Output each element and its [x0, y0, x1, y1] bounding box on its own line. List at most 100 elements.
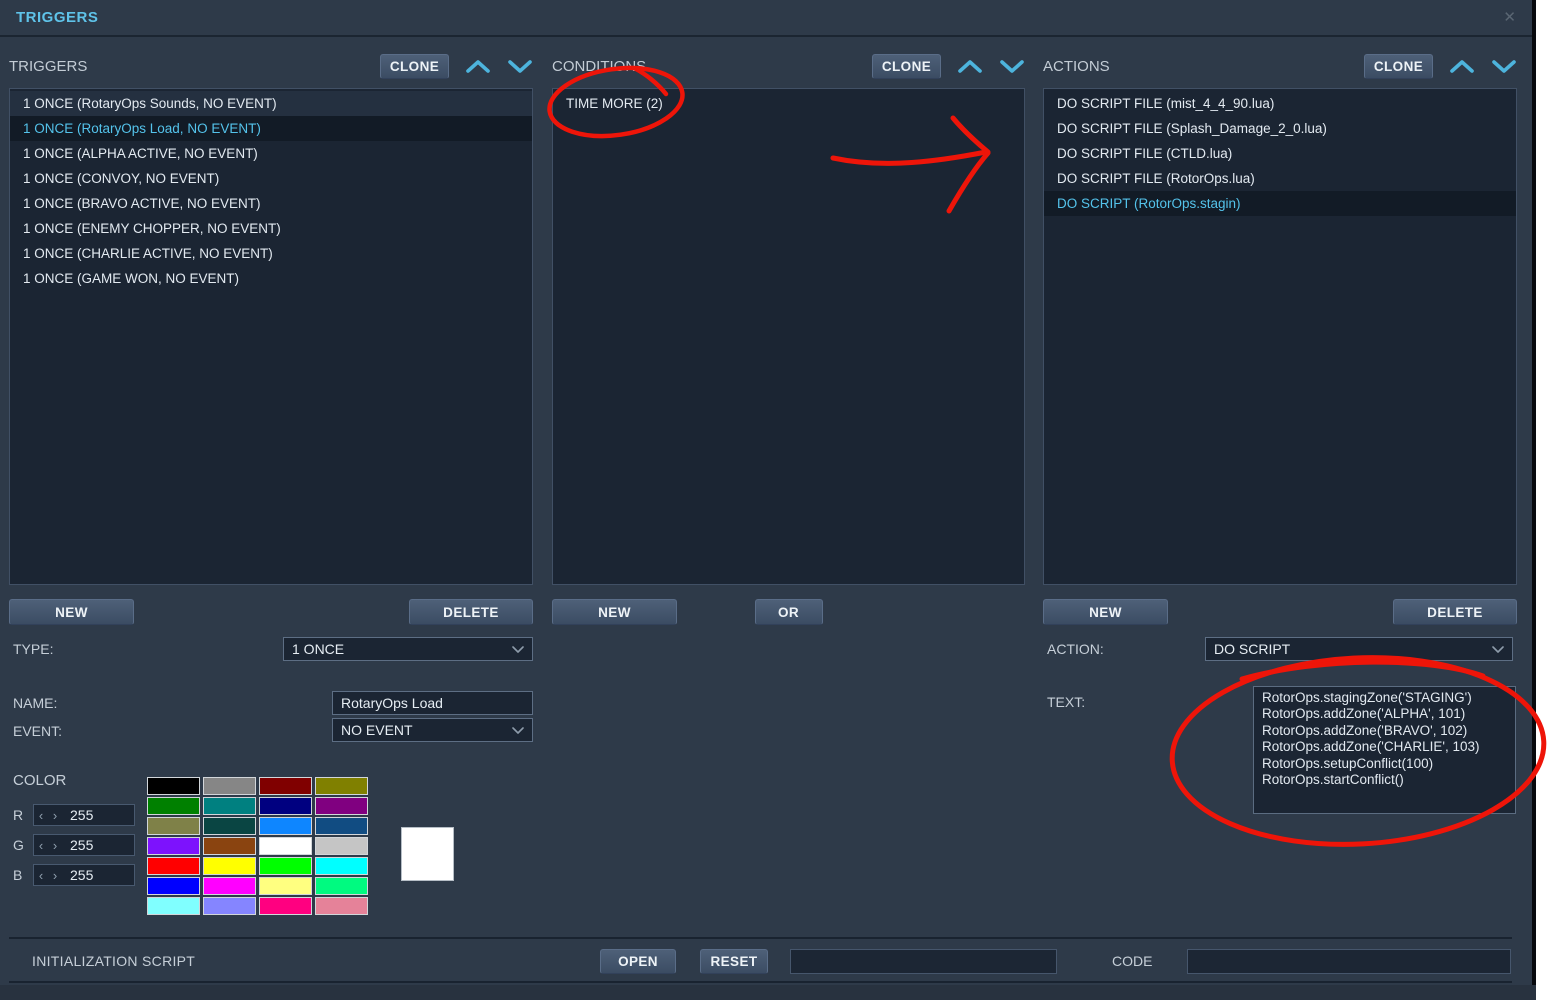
condition-row[interactable]: TIME MORE (2): [553, 91, 1024, 116]
increment-icon[interactable]: ›: [48, 838, 62, 853]
palette-swatch[interactable]: [203, 797, 256, 815]
palette-swatch[interactable]: [203, 837, 256, 855]
trigger-row[interactable]: 1 ONCE (RotaryOps Sounds, NO EVENT): [10, 91, 532, 116]
dialog-title: TRIGGERS: [16, 9, 98, 26]
palette-swatch[interactable]: [203, 897, 256, 915]
decrement-icon[interactable]: ‹: [34, 838, 48, 853]
palette-swatch[interactable]: [147, 877, 200, 895]
triggers-buttons: NEW DELETE: [9, 599, 533, 625]
reset-button[interactable]: RESET: [700, 949, 768, 974]
condition-or-button[interactable]: OR: [755, 599, 823, 625]
action-dropdown[interactable]: DO SCRIPT: [1205, 637, 1513, 661]
trigger-list: 1 ONCE (RotaryOps Sounds, NO EVENT)1 ONC…: [9, 88, 533, 585]
chevron-down-icon: [1492, 646, 1504, 653]
actions-move-up-icon[interactable]: [1448, 53, 1475, 79]
text-label: TEXT:: [1047, 694, 1085, 710]
open-button[interactable]: OPEN: [600, 949, 676, 974]
type-value: 1 ONCE: [292, 641, 344, 657]
trigger-row[interactable]: 1 ONCE (GAME WON, NO EVENT): [10, 266, 532, 291]
action-new-button[interactable]: NEW: [1043, 599, 1168, 625]
palette-swatch[interactable]: [203, 777, 256, 795]
blue-channel-label: B: [13, 867, 22, 883]
palette-swatch[interactable]: [259, 877, 312, 895]
action-row[interactable]: DO SCRIPT FILE (mist_4_4_90.lua): [1044, 91, 1516, 116]
triggers-move-down-icon[interactable]: [506, 53, 533, 79]
palette-swatch[interactable]: [147, 777, 200, 795]
palette-swatch[interactable]: [203, 877, 256, 895]
palette-swatch[interactable]: [259, 817, 312, 835]
palette-swatch[interactable]: [147, 837, 200, 855]
triggers-dialog: TRIGGERS ✕ TRIGGERS CLONE 1 ONCE (Rotary…: [0, 0, 1536, 1000]
chevron-down-icon: [512, 727, 524, 734]
trigger-delete-button[interactable]: DELETE: [409, 599, 533, 625]
conditions-move-down-icon[interactable]: [998, 53, 1025, 79]
action-row[interactable]: DO SCRIPT FILE (CTLD.lua): [1044, 141, 1516, 166]
decrement-icon[interactable]: ‹: [34, 808, 48, 823]
action-list: DO SCRIPT FILE (mist_4_4_90.lua)DO SCRIP…: [1043, 88, 1517, 585]
palette-swatch[interactable]: [147, 857, 200, 875]
palette-swatch[interactable]: [315, 797, 368, 815]
trigger-new-button[interactable]: NEW: [9, 599, 134, 625]
actions-buttons: NEW DELETE: [1043, 599, 1517, 625]
palette-swatch[interactable]: [259, 777, 312, 795]
palette-swatch[interactable]: [315, 817, 368, 835]
name-value: RotaryOps Load: [341, 695, 443, 711]
blue-value: 255: [70, 867, 93, 883]
type-label: TYPE:: [13, 641, 53, 657]
palette-swatch[interactable]: [203, 817, 256, 835]
action-delete-button[interactable]: DELETE: [1393, 599, 1517, 625]
palette-swatch[interactable]: [147, 817, 200, 835]
action-label: ACTION:: [1047, 641, 1104, 657]
action-row[interactable]: DO SCRIPT FILE (RotorOps.lua): [1044, 166, 1516, 191]
palette-swatch[interactable]: [315, 837, 368, 855]
actions-panel-label: ACTIONS: [1043, 58, 1110, 75]
red-stepper[interactable]: ‹ › 255: [33, 804, 135, 826]
conditions-panel-label: CONDITIONS: [552, 58, 646, 75]
palette-swatch[interactable]: [259, 797, 312, 815]
trigger-row[interactable]: 1 ONCE (ENEMY CHOPPER, NO EVENT): [10, 216, 532, 241]
action-row[interactable]: DO SCRIPT (RotorOps.stagin): [1044, 191, 1516, 216]
palette-swatch[interactable]: [259, 857, 312, 875]
trigger-row[interactable]: 1 ONCE (CHARLIE ACTIVE, NO EVENT): [10, 241, 532, 266]
conditions-clone-button[interactable]: CLONE: [872, 54, 941, 79]
palette-swatch[interactable]: [203, 857, 256, 875]
actions-clone-button[interactable]: CLONE: [1364, 54, 1433, 79]
trigger-row[interactable]: 1 ONCE (ALPHA ACTIVE, NO EVENT): [10, 141, 532, 166]
palette-swatch[interactable]: [315, 897, 368, 915]
color-label: COLOR: [13, 772, 66, 789]
trigger-row[interactable]: 1 ONCE (BRAVO ACTIVE, NO EVENT): [10, 191, 532, 216]
action-row[interactable]: DO SCRIPT FILE (Splash_Damage_2_0.lua): [1044, 116, 1516, 141]
close-icon[interactable]: ✕: [1503, 8, 1516, 26]
increment-icon[interactable]: ›: [48, 868, 62, 883]
green-channel-label: G: [13, 837, 24, 853]
actions-panel: ACTIONS CLONE DO SCRIPT FILE (mist_4_4_9…: [1043, 53, 1517, 79]
palette-swatch[interactable]: [315, 877, 368, 895]
action-value: DO SCRIPT: [1214, 641, 1290, 657]
trigger-row[interactable]: 1 ONCE (RotaryOps Load, NO EVENT): [10, 116, 532, 141]
triggers-clone-button[interactable]: CLONE: [380, 54, 449, 79]
green-stepper[interactable]: ‹ › 255: [33, 834, 135, 856]
palette-swatch[interactable]: [147, 797, 200, 815]
actions-move-down-icon[interactable]: [1490, 53, 1517, 79]
increment-icon[interactable]: ›: [48, 808, 62, 823]
conditions-panel-header: CONDITIONS CLONE: [552, 53, 1025, 79]
palette-swatch[interactable]: [259, 837, 312, 855]
event-dropdown[interactable]: NO EVENT: [332, 718, 533, 742]
palette-swatch[interactable]: [315, 857, 368, 875]
script-textarea[interactable]: RotorOps.stagingZone('STAGING') RotorOps…: [1253, 686, 1516, 814]
triggers-move-up-icon[interactable]: [464, 53, 491, 79]
code-label: CODE: [1112, 953, 1152, 969]
conditions-move-up-icon[interactable]: [956, 53, 983, 79]
condition-new-button[interactable]: NEW: [552, 599, 677, 625]
palette-swatch[interactable]: [315, 777, 368, 795]
type-dropdown[interactable]: 1 ONCE: [283, 637, 533, 661]
blue-stepper[interactable]: ‹ › 255: [33, 864, 135, 886]
decrement-icon[interactable]: ‹: [34, 868, 48, 883]
trigger-row[interactable]: 1 ONCE (CONVOY, NO EVENT): [10, 166, 532, 191]
bottom-strip: [0, 985, 1536, 1000]
code-input[interactable]: [1187, 949, 1511, 974]
script-path-input[interactable]: [790, 949, 1057, 974]
palette-swatch[interactable]: [147, 897, 200, 915]
palette-swatch[interactable]: [259, 897, 312, 915]
name-input[interactable]: RotaryOps Load: [332, 691, 533, 715]
